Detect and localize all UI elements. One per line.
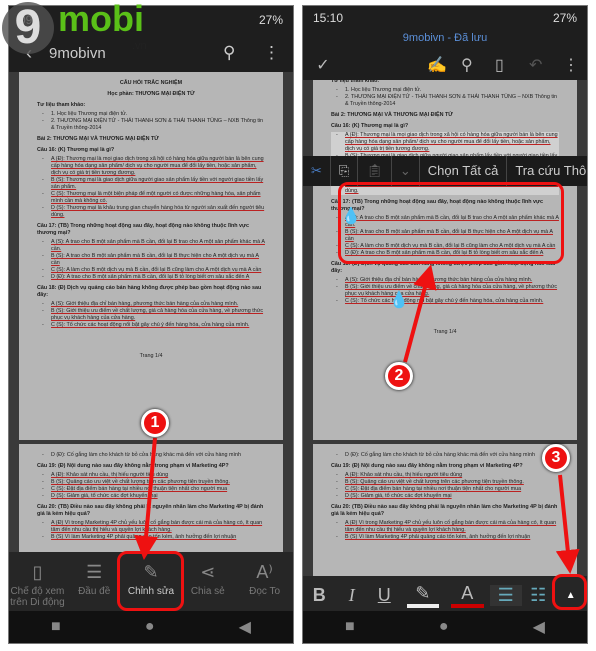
step-badge-3: 3: [542, 444, 570, 472]
arrow-2: [403, 264, 437, 363]
arrow-3: [555, 474, 580, 574]
arrow-1: [134, 437, 159, 560]
step-badge-2: 2: [385, 362, 413, 390]
step-badge-1: 1: [141, 409, 169, 437]
annotation-arrows: [134, 264, 580, 574]
